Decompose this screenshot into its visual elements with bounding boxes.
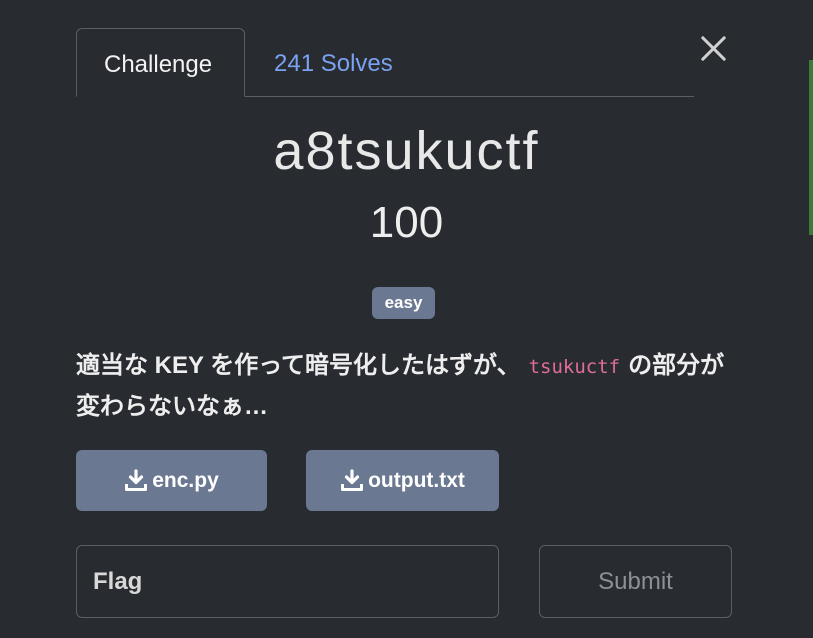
flag-input[interactable] [76,545,499,618]
description-code: tsukuctf [528,356,621,378]
file-name: output.txt [368,468,465,492]
download-icon [341,468,364,491]
challenge-modal: Challenge 241 Solves a8tsukuctf 100 easy… [0,0,813,638]
description-text-before: 適当な KEY を作って暗号化したはずが、 [76,352,521,379]
difficulty-tag: easy [372,287,435,319]
download-icon [125,468,148,491]
challenge-description: 適当な KEY を作って暗号化したはずが、 tsukuctf の部分が変わらないなぁ… [76,346,736,427]
file-name: enc.py [152,468,219,492]
download-enc-py-button[interactable]: enc.py [76,450,267,511]
download-output-txt-button[interactable]: output.txt [306,450,499,511]
submit-button[interactable]: Submit [539,545,732,618]
challenge-points: 100 [369,198,444,247]
tab-bar: Challenge 241 Solves [76,28,694,97]
tab-challenge[interactable]: Challenge [76,28,245,97]
challenge-title: a8tsukuctf [273,121,540,181]
tab-solves[interactable]: 241 Solves [247,28,420,96]
close-icon[interactable] [696,30,732,66]
